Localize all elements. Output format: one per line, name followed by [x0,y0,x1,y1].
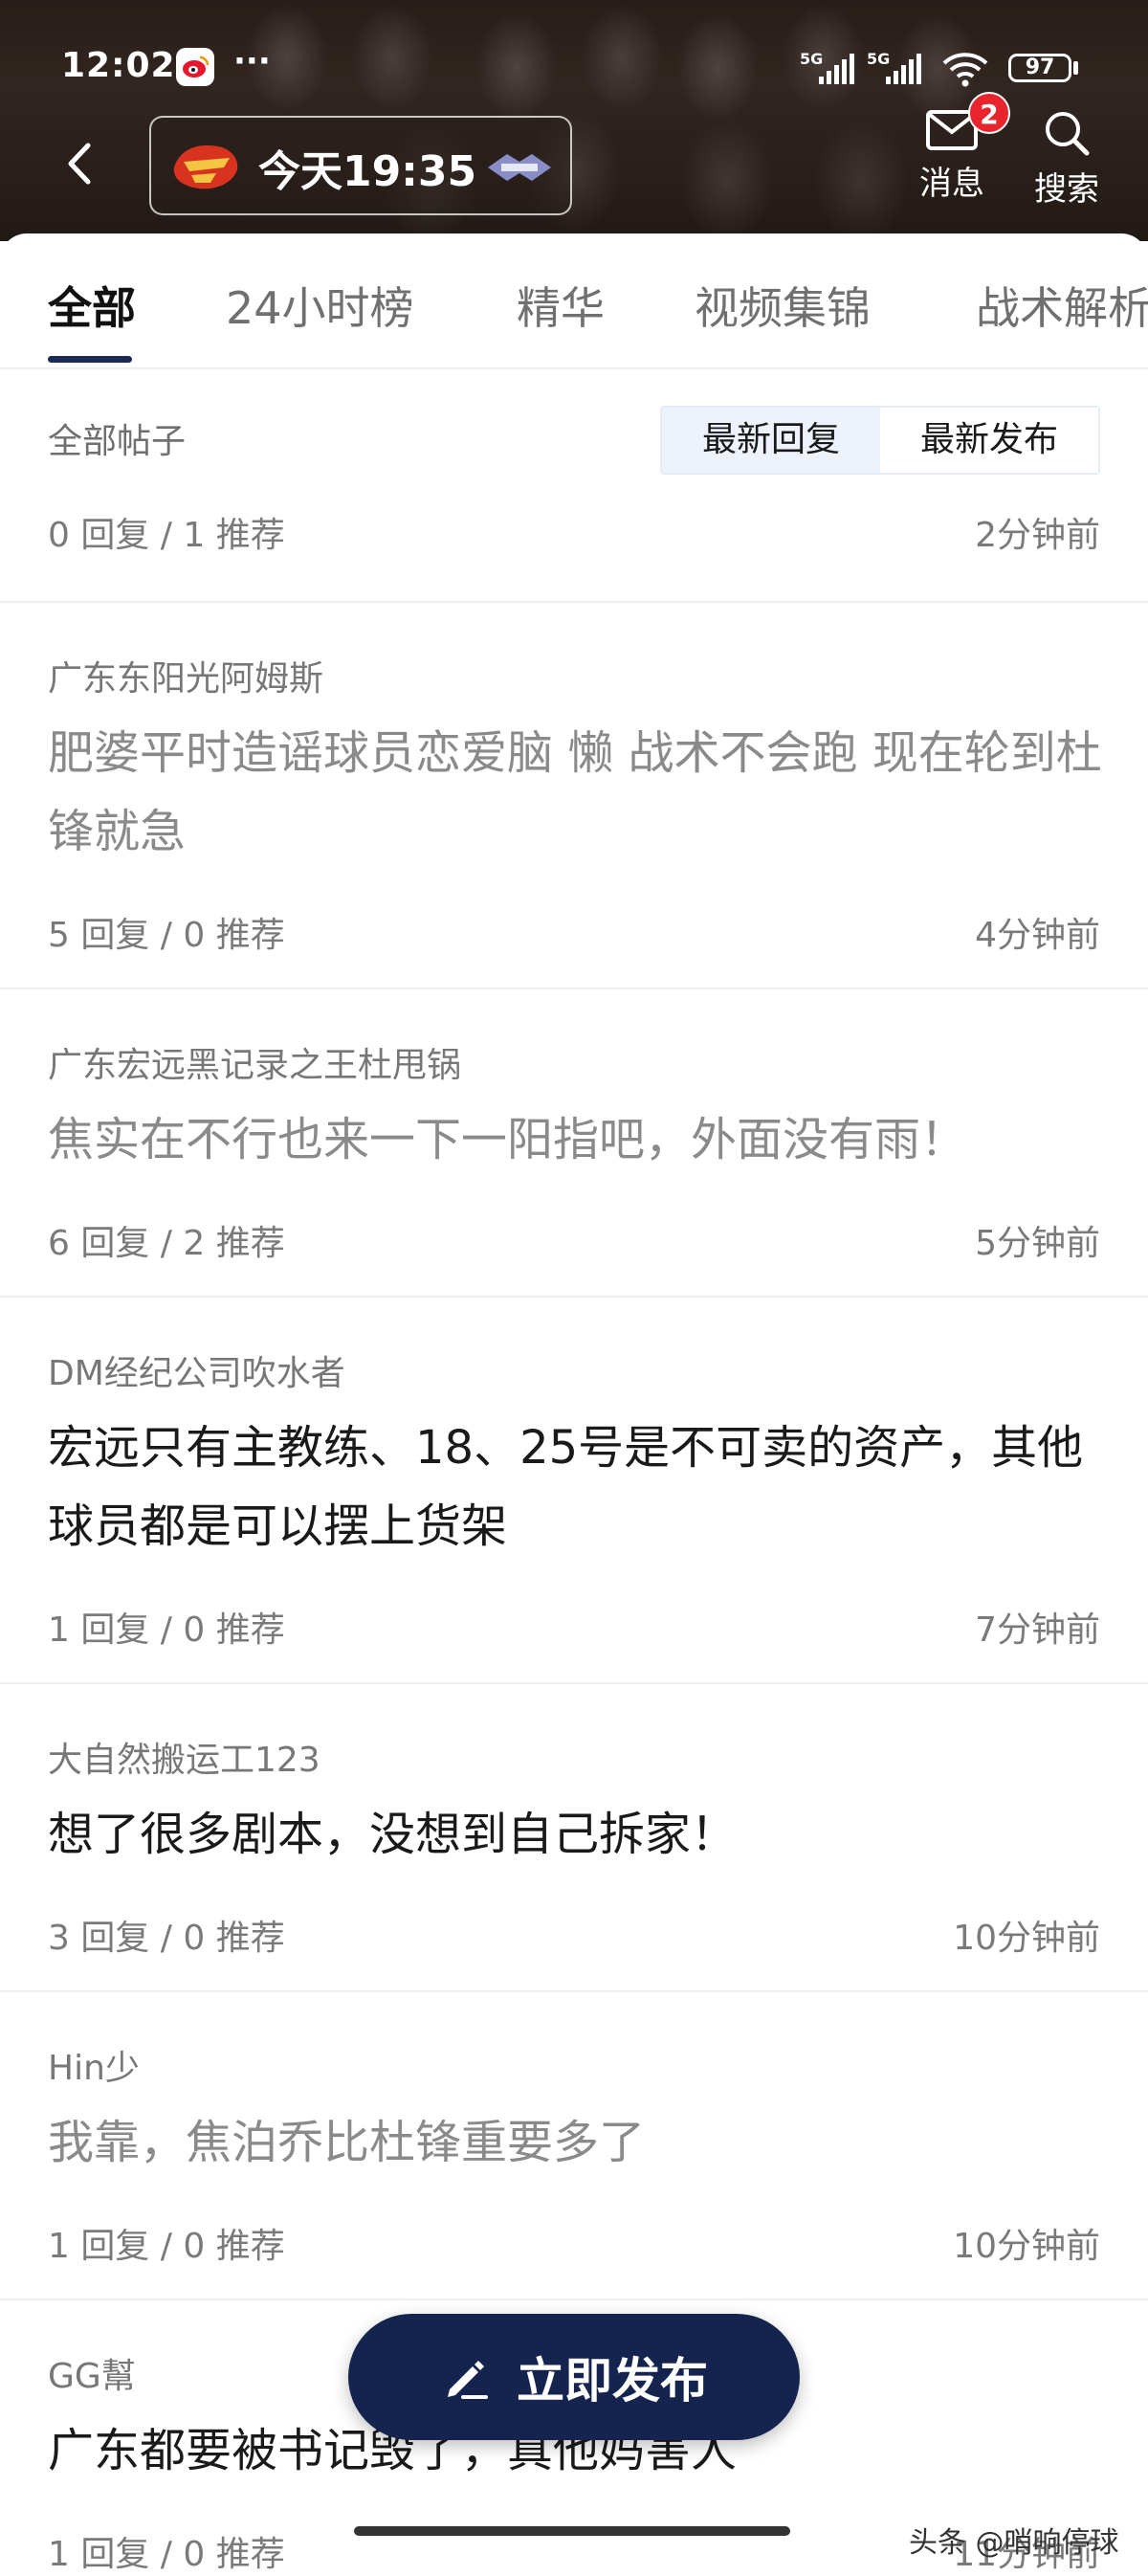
messages-label: 消息 [919,165,984,203]
more-notifications-icon: ··· [233,42,271,80]
post-author: DM经纪公司吹水者 [48,1354,345,1393]
signal-bars-icon-2 [886,54,921,84]
post-author: GG幫 [48,2357,136,2396]
tab-all[interactable]: 全部 [48,274,136,337]
post-title: 肥婆平时造谣球员恋爱脑 懒 战术不会跑 现在轮到杜锋就急 [48,726,1102,858]
post-stats: 1 回复 / 0 推荐 [48,2227,285,2266]
post-item[interactable]: 广东宏远黑记录之王杜甩锅 焦实在不行也来一下一阳指吧，外面没有雨！ 6 回复 /… [0,988,1148,1298]
back-button[interactable] [57,140,105,188]
post-time: 10分钟前 [953,1919,1100,1958]
away-team-logo-icon [488,154,551,181]
home-team-logo-icon [173,144,238,189]
sort-latest-reply[interactable]: 最新回复 [662,408,880,473]
status-time: 12:02 [61,46,176,85]
post-author: 广东宏远黑记录之王杜甩锅 [48,1046,462,1085]
sort-toggle: 最新回复 最新发布 [660,406,1100,475]
publish-button-label: 立即发布 [517,2353,708,2409]
post-stats: 3 回复 / 0 推荐 [48,1919,285,1958]
post-time: 10分钟前 [953,2227,1100,2266]
post-time: 4分钟前 [975,916,1100,955]
post-stats: 0 回复 / 1 推荐 [48,516,285,555]
post-author: Hin少 [48,2049,140,2088]
tab-video-highlights[interactable]: 视频集锦 [695,274,871,337]
post-item[interactable]: 大自然搬运工123 想了很多剧本，没想到自己拆家！ 3 回复 / 0 推荐 10… [0,1682,1148,1992]
post-item[interactable]: Hin少 我靠，焦泊乔比杜锋重要多了 1 回复 / 0 推荐 10分钟前 [0,1990,1148,2300]
chevron-left-icon [68,143,91,185]
post-title: 宏远只有主教练、18、25号是不可卖的资产，其他球员都是可以摆上货架 [48,1421,1084,1553]
tab-tactics[interactable]: 战术解析 [976,274,1148,337]
post-time: 2分钟前 [975,516,1100,555]
post-author: 大自然搬运工123 [48,1741,320,1780]
battery-indicator: 97 [1008,54,1071,82]
filter-row: 全部帖子 最新回复 最新发布 0 回复 / 1 推荐 2分钟前 [0,367,1148,555]
tab-24h-ranking[interactable]: 24小时榜 [226,274,414,337]
search-button[interactable]: 搜索 [1024,109,1110,210]
post-item[interactable]: DM经纪公司吹水者 宏远只有主教练、18、25号是不可卖的资产，其他球员都是可以… [0,1296,1148,1684]
post-title: 我靠，焦泊乔比杜锋重要多了 [48,2116,646,2169]
search-label: 搜索 [1034,170,1099,209]
active-tab-indicator [48,356,132,363]
post-title: 焦实在不行也来一下一阳指吧，外面没有雨！ [48,1113,967,1166]
post-stats: 1 回复 / 0 推荐 [48,2535,285,2574]
tab-featured[interactable]: 精华 [517,274,605,337]
wifi-icon [942,53,988,87]
game-time: 今天19:35 [258,147,477,196]
publish-button[interactable]: 立即发布 [348,2314,800,2440]
content-sheet: 全部 24小时榜 精华 视频集锦 战术解析 全部帖子 最新回复 最新发布 0 回… [0,233,1148,2574]
post-item[interactable]: 广东东阳光阿姆斯 肥婆平时造谣球员恋爱脑 懒 战术不会跑 现在轮到杜锋就急 5 … [0,601,1148,989]
post-time: 7分钟前 [975,1610,1100,1650]
weibo-notification-icon [176,48,214,86]
post-title: 想了很多剧本，没想到自己拆家！ [48,1808,738,1861]
messages-badge: 2 [968,92,1010,134]
home-indicator[interactable] [354,2526,790,2536]
game-info-pill[interactable]: 今天19:35 [149,116,572,215]
watermark: 头条 @哨响停球 [909,2526,1119,2560]
header: 12:02 ··· 5G 5G 97 今天19:35 消息 2 搜索 [0,0,1148,241]
signal-bars-icon [819,54,854,84]
tab-bar: 全部 24小时榜 精华 视频集锦 战术解析 [0,233,1148,369]
sort-latest-post[interactable]: 最新发布 [880,408,1098,473]
post-author: 广东东阳光阿姆斯 [48,659,324,699]
all-posts-label: 全部帖子 [48,422,187,461]
pen-icon [448,2361,488,2399]
post-stats: 6 回复 / 2 推荐 [48,1224,285,1263]
post-time: 5分钟前 [975,1224,1100,1263]
search-icon [1046,112,1090,156]
status-bar: 12:02 ··· 5G 5G 97 [0,42,1148,96]
post-stats: 5 回复 / 0 推荐 [48,916,285,955]
post-stats: 1 回复 / 0 推荐 [48,1610,285,1650]
